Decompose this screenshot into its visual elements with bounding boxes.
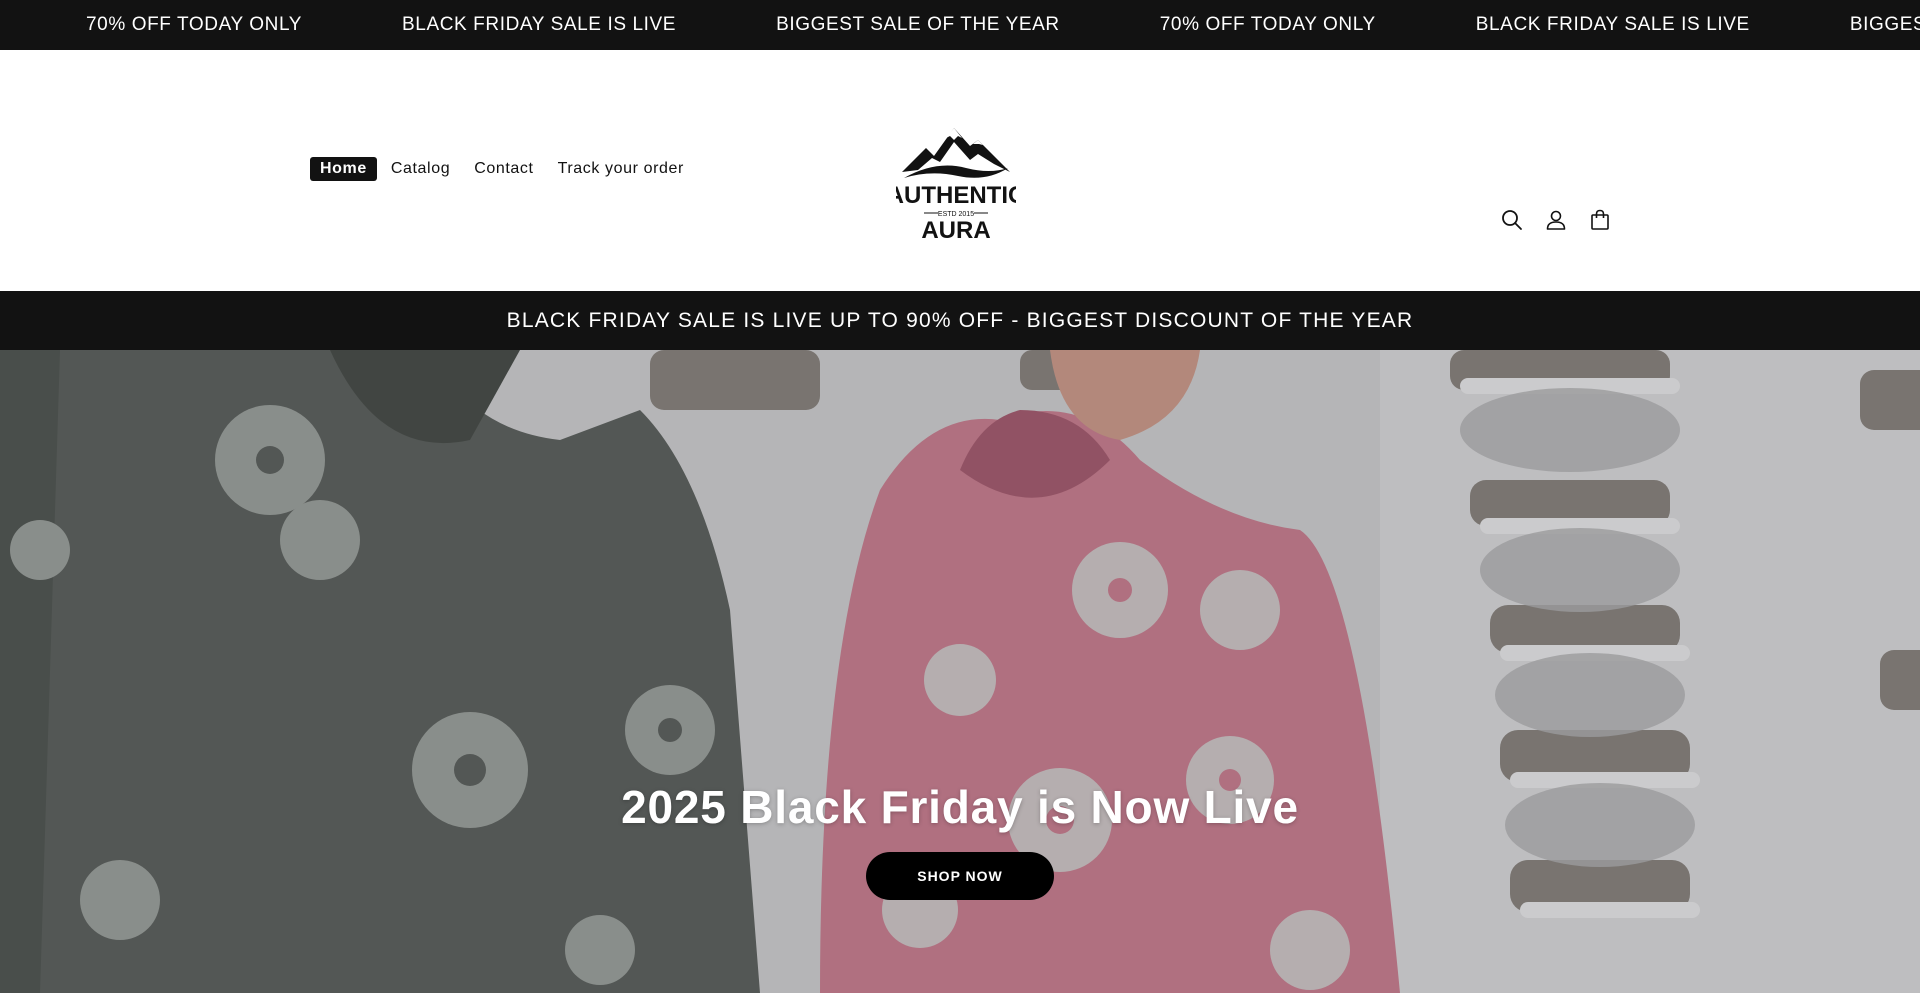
nav-contact-link[interactable]: Contact [464,157,543,181]
account-icon[interactable] [1541,205,1571,235]
hero-title: 2025 Black Friday is Now Live [621,781,1299,833]
logo-line1: AUTHENTIC [896,182,1016,209]
site-logo[interactable]: AUTHENTIC ESTD 2015 AURA [887,124,1025,244]
top-marquee: 70% OFF TODAY ONLY BLACK FRIDAY SALE IS … [0,0,1920,50]
main-nav: Home Catalog Contact Track your order [310,157,698,181]
header-icons [1497,205,1615,235]
hero-banner: 2025 Black Friday is Now Live SHOP NOW [0,350,1920,993]
logo-mountain-mark: AUTHENTIC ESTD 2015 AURA [887,128,1025,244]
logo-line3: AURA [921,217,990,240]
marquee-item: 70% OFF TODAY ONLY [1159,14,1376,35]
marquee-track: 70% OFF TODAY ONLY BLACK FRIDAY SALE IS … [86,0,1920,50]
marquee-item: BLACK FRIDAY SALE IS LIVE [1475,14,1750,35]
marquee-item: BLACK FRIDAY SALE IS LIVE [402,14,677,35]
marquee-item: 70% OFF TODAY ONLY [86,14,302,35]
nav-catalog-link[interactable]: Catalog [381,157,460,181]
cart-icon[interactable] [1585,205,1615,235]
site-header: Home Catalog Contact Track your order AU… [0,50,1920,291]
marquee-item: BIGGEST SALE OF THE YEAR [776,14,1060,35]
nav-home-link[interactable]: Home [310,157,377,181]
announcement-text: BLACK FRIDAY SALE IS LIVE UP TO 90% OFF … [506,308,1414,332]
search-icon[interactable] [1497,205,1527,235]
announcement-bar: BLACK FRIDAY SALE IS LIVE UP TO 90% OFF … [0,291,1920,350]
marquee-item: BIGGEST SALE OF THE YEAR [1849,14,1920,35]
nav-track-order-link[interactable]: Track your order [548,157,694,181]
shop-now-button[interactable]: SHOP NOW [866,852,1054,900]
